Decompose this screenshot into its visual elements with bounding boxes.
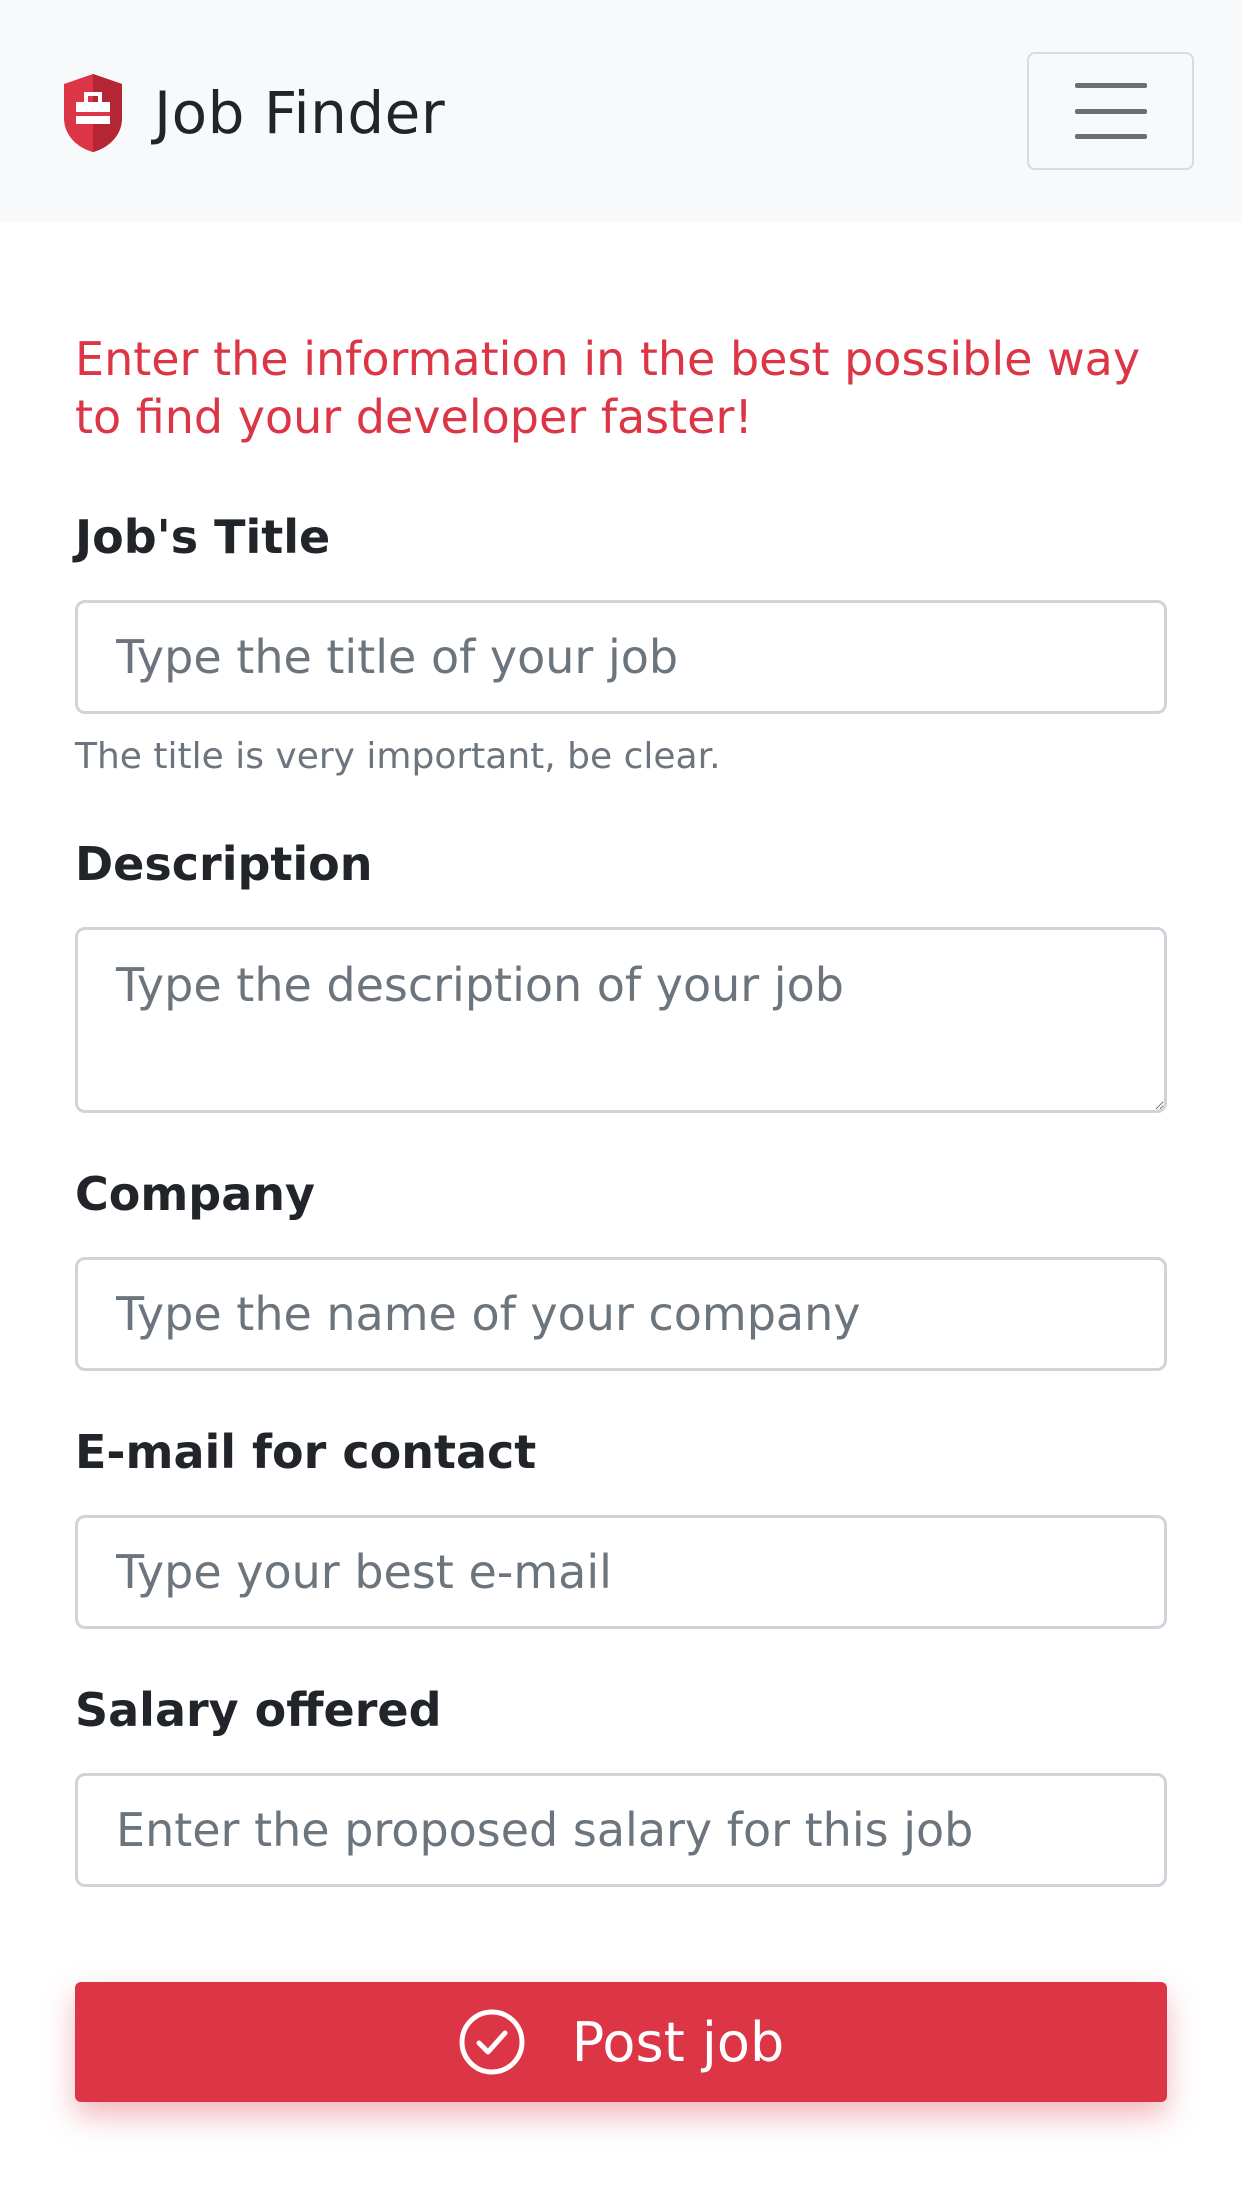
post-job-button[interactable]: Post job <box>75 1982 1167 2102</box>
brand-name: Job Finder <box>154 79 446 147</box>
navbar-toggler-button[interactable] <box>1027 52 1194 170</box>
company-label: Company <box>75 1167 315 1221</box>
post-job-button-label: Post job <box>571 2010 785 2074</box>
hamburger-menu-icon <box>1074 83 1147 139</box>
email-label: E-mail for contact <box>75 1425 537 1479</box>
description-textarea[interactable] <box>75 927 1167 1113</box>
job-title-help-text: The title is very important, be clear. <box>75 736 721 777</box>
salary-label: Salary offered <box>75 1683 442 1737</box>
salary-input[interactable] <box>75 1773 1167 1887</box>
check-circle-icon <box>459 2009 525 2075</box>
briefcase-shield-icon <box>64 74 122 152</box>
navbar: Job Finder <box>0 0 1242 222</box>
form-intro-text: Enter the information in the best possib… <box>75 332 1141 444</box>
email-input[interactable] <box>75 1515 1167 1629</box>
job-title-label: Job's Title <box>75 510 331 564</box>
description-label: Description <box>75 837 373 891</box>
job-title-input[interactable] <box>75 600 1167 714</box>
brand-link[interactable]: Job Finder <box>62 72 445 154</box>
company-input[interactable] <box>75 1257 1167 1371</box>
